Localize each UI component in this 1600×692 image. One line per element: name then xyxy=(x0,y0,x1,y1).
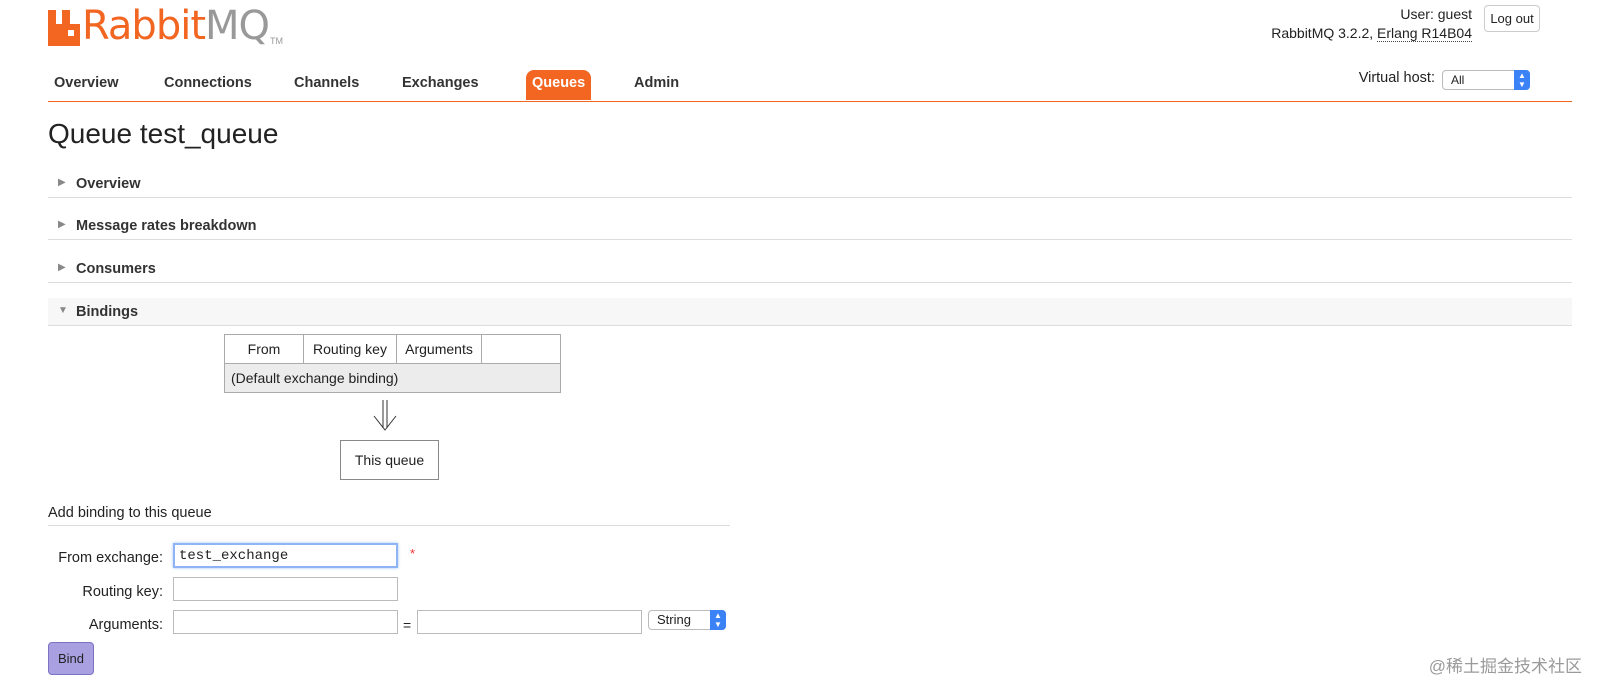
chevron-updown-icon: ▲ ▼ xyxy=(1514,70,1530,90)
tab-connections[interactable]: Connections xyxy=(158,70,258,100)
table-header-row: From Routing key Arguments xyxy=(224,334,561,364)
triangle-right-icon: ▶ xyxy=(58,177,66,188)
equals-sign: = xyxy=(403,617,412,633)
user-name: guest xyxy=(1437,6,1472,22)
section-bindings[interactable]: ▼ Bindings xyxy=(48,298,1572,326)
triangle-right-icon: ▶ xyxy=(58,262,66,273)
user-info: User: guest xyxy=(1400,6,1472,22)
tab-exchanges[interactable]: Exchanges xyxy=(396,70,485,100)
triangle-right-icon: ▶ xyxy=(58,219,66,230)
column-from: From xyxy=(224,334,304,364)
add-binding-title: Add binding to this queue xyxy=(48,505,730,526)
logo-wordmark: RabbitMQ xyxy=(82,3,270,49)
tab-overview[interactable]: Overview xyxy=(48,70,125,100)
this-queue-box: This queue xyxy=(340,440,439,480)
virtual-host-label: Virtual host: xyxy=(1358,70,1435,86)
argument-type-select[interactable]: String ▲ ▼ xyxy=(648,610,726,630)
default-exchange-binding: (Default exchange binding) xyxy=(224,363,561,393)
routing-key-label: Routing key: xyxy=(82,584,163,600)
chevron-updown-icon: ▲ ▼ xyxy=(710,610,726,630)
from-exchange-label: From exchange: xyxy=(58,550,163,566)
section-consumers[interactable]: ▶ Consumers xyxy=(48,255,1572,283)
bind-button[interactable]: Bind xyxy=(48,642,94,675)
rabbitmq-logo[interactable]: RabbitMQ TM xyxy=(48,4,283,48)
table-row: (Default exchange binding) xyxy=(224,363,561,393)
column-arguments: Arguments xyxy=(396,334,482,364)
logo-trademark: TM xyxy=(270,36,284,46)
double-arrow-down-icon xyxy=(373,400,397,431)
version-info: RabbitMQ 3.2.2, Erlang R14B04 xyxy=(1271,25,1472,42)
tab-queues[interactable]: Queues xyxy=(526,70,592,100)
argument-value-input[interactable] xyxy=(417,610,642,634)
required-mark: * xyxy=(410,546,416,561)
tab-admin[interactable]: Admin xyxy=(628,70,685,100)
section-message-rates[interactable]: ▶ Message rates breakdown xyxy=(48,212,1572,240)
argument-key-input[interactable] xyxy=(173,610,398,634)
bindings-table: From Routing key Arguments (Default exch… xyxy=(224,334,561,393)
rabbitmq-version: RabbitMQ 3.2.2, xyxy=(1271,25,1374,41)
watermark: @稀土掘金技术社区 xyxy=(1428,657,1582,676)
tab-channels[interactable]: Channels xyxy=(288,70,365,100)
from-exchange-input[interactable]: test_exchange xyxy=(173,543,398,568)
section-overview[interactable]: ▶ Overview xyxy=(48,170,1572,198)
column-actions xyxy=(481,334,561,364)
logout-button[interactable]: Log out xyxy=(1484,5,1540,32)
routing-key-input[interactable] xyxy=(173,577,398,601)
triangle-down-icon: ▼ xyxy=(58,305,68,316)
page-title: Queue test_queue xyxy=(48,118,279,149)
main-nav: Overview Connections Channels Exchanges … xyxy=(48,70,1572,102)
column-routing-key: Routing key xyxy=(303,334,397,364)
virtual-host-select[interactable]: All ▲ ▼ xyxy=(1442,70,1530,90)
erlang-version[interactable]: Erlang R14B04 xyxy=(1377,25,1472,42)
arguments-label: Arguments: xyxy=(88,617,163,633)
rabbitmq-logo-icon xyxy=(48,10,80,46)
